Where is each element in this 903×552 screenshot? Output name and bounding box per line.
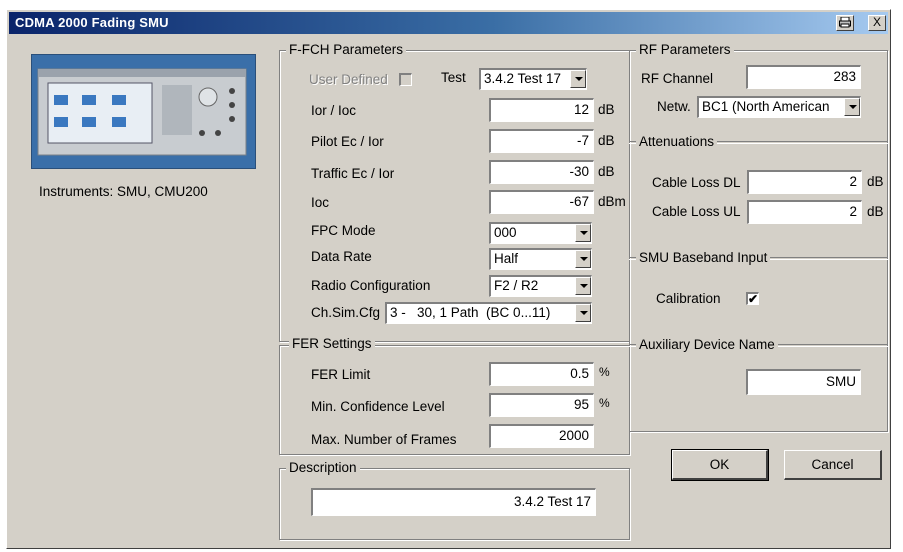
ioc-label: Ioc: [311, 195, 330, 210]
data-rate-select[interactable]: Half: [489, 248, 592, 270]
ior-ioc-field[interactable]: 12: [489, 98, 594, 122]
cable-loss-dl-label: Cable Loss DL: [652, 175, 741, 190]
fpc-mode-value: 000: [494, 225, 517, 240]
test-select[interactable]: 3.4.2 Test 17: [479, 68, 587, 90]
cable-loss-ul-label: Cable Loss UL: [652, 204, 741, 219]
user-defined-checkbox[interactable]: [399, 73, 412, 86]
rf-channel-field[interactable]: 283: [746, 65, 861, 89]
min-confidence-field[interactable]: 95: [489, 393, 594, 417]
description-field[interactable]: 3.4.2 Test 17: [311, 488, 596, 516]
radio-configuration-select[interactable]: F2 / R2: [489, 275, 592, 297]
data-rate-value: Half: [494, 251, 519, 266]
ioc-unit: dBm: [598, 194, 626, 209]
min-confidence-label: Min. Confidence Level: [311, 399, 445, 414]
calibration-checkbox[interactable]: ✔: [746, 292, 759, 305]
chsim-cfg-value: 3 - 30, 1 Path (BC 0...11): [390, 305, 551, 320]
fpc-mode-label: FPC Mode: [311, 223, 376, 238]
traffic-ec-ior-unit: dB: [598, 164, 615, 179]
title-bar[interactable]: CDMA 2000 Fading SMU X: [9, 12, 888, 34]
test-select-value: 3.4.2 Test 17: [484, 71, 562, 86]
fpc-mode-select[interactable]: 000: [489, 222, 592, 244]
network-select[interactable]: BC1 (North American: [697, 96, 861, 118]
radio-configuration-label: Radio Configuration: [311, 278, 431, 293]
chevron-down-icon[interactable]: [844, 98, 860, 116]
baseband-group-title: SMU Baseband Input: [636, 250, 771, 265]
cable-loss-dl-field[interactable]: 2: [747, 170, 862, 194]
attenuations-group-title: Attenuations: [636, 134, 718, 149]
network-value: BC1 (North American: [702, 99, 830, 114]
close-icon[interactable]: X: [868, 15, 886, 31]
printer-icon[interactable]: [836, 15, 854, 31]
chevron-down-icon[interactable]: [575, 304, 591, 322]
fer-limit-unit: %: [599, 365, 610, 379]
network-label: Netw.: [657, 99, 691, 114]
cdma-fading-smu-dialog: CDMA 2000 Fading SMU X Instruments: SMU,…: [6, 9, 891, 549]
chevron-down-icon[interactable]: [575, 277, 591, 295]
pilot-ec-ior-label: Pilot Ec / Ior: [311, 134, 384, 149]
aux-group-title: Auxiliary Device Name: [636, 337, 778, 352]
fer-limit-field[interactable]: 0.5: [489, 362, 594, 386]
min-confidence-unit: %: [599, 396, 610, 410]
radio-configuration-value: F2 / R2: [494, 278, 539, 293]
fer-group-title: FER Settings: [289, 336, 375, 351]
instrument-image: [31, 54, 256, 169]
calibration-label: Calibration: [656, 291, 721, 306]
max-frames-field[interactable]: 2000: [489, 424, 594, 448]
traffic-ec-ior-field[interactable]: -30: [489, 160, 594, 184]
chsim-cfg-label: Ch.Sim.Cfg: [311, 305, 381, 320]
data-rate-label: Data Rate: [311, 249, 372, 264]
ffch-group-title: F-FCH Parameters: [286, 42, 407, 57]
ior-ioc-unit: dB: [598, 102, 615, 117]
chevron-down-icon[interactable]: [575, 224, 591, 242]
instruments-label: Instruments: SMU, CMU200: [39, 184, 208, 199]
user-defined-label: User Defined: [309, 72, 388, 87]
description-group-title: Description: [286, 460, 360, 475]
ok-button[interactable]: OK: [671, 449, 769, 481]
cable-loss-dl-unit: dB: [867, 174, 884, 189]
rf-group-title: RF Parameters: [636, 42, 734, 57]
aux-device-name-field[interactable]: SMU: [746, 369, 861, 395]
chevron-down-icon[interactable]: [575, 250, 591, 268]
ior-ioc-label: Ior / Ioc: [311, 103, 357, 118]
fer-limit-label: FER Limit: [311, 367, 371, 382]
chevron-down-icon[interactable]: [570, 70, 586, 88]
window-title: CDMA 2000 Fading SMU: [15, 15, 169, 30]
ioc-field[interactable]: -67: [489, 190, 594, 214]
pilot-ec-ior-unit: dB: [598, 133, 615, 148]
max-frames-label: Max. Number of Frames: [311, 432, 457, 447]
cancel-button[interactable]: Cancel: [784, 450, 882, 480]
chsim-cfg-select[interactable]: 3 - 30, 1 Path (BC 0...11): [385, 302, 592, 324]
traffic-ec-ior-label: Traffic Ec / Ior: [311, 166, 395, 181]
cable-loss-ul-field[interactable]: 2: [747, 200, 862, 224]
rf-channel-label: RF Channel: [641, 71, 714, 86]
cable-loss-ul-unit: dB: [867, 204, 884, 219]
test-label: Test: [441, 70, 466, 85]
pilot-ec-ior-field[interactable]: -7: [489, 129, 594, 153]
